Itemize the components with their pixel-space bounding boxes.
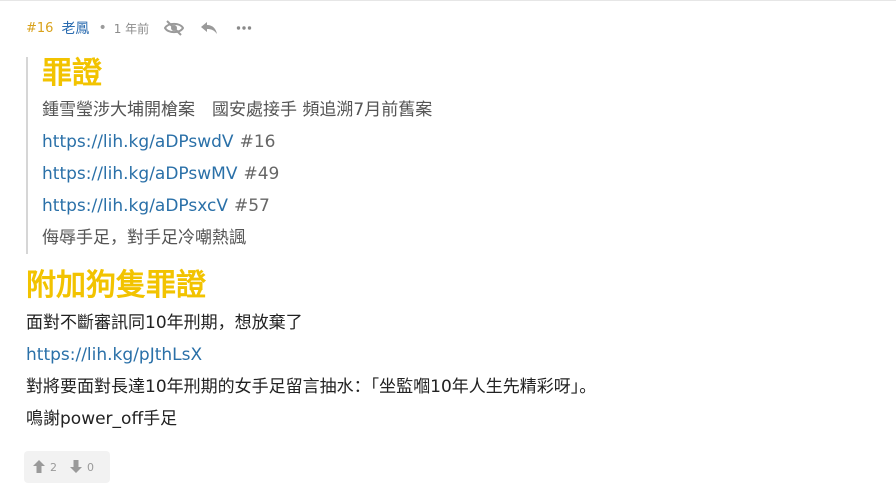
quote-line: 侮辱手足，對手足冷嘲熱諷 <box>42 228 246 248</box>
vote-box: 2 0 <box>24 451 110 483</box>
top-divider <box>0 0 896 1</box>
post-meta: #16 老鳳 • 1 年前 <box>26 17 255 39</box>
thumb-down-icon <box>70 458 82 477</box>
quote-link-line: https://lih.kg/aDPsxcV #57 <box>42 195 270 217</box>
quote-title: 罪證 <box>42 56 102 91</box>
body-line: 鳴謝power_off手足 <box>26 409 178 429</box>
downvote-count: 0 <box>87 460 94 474</box>
author-name[interactable]: 老鳳 <box>61 18 89 38</box>
quote-link[interactable]: https://lih.kg/aDPsxcV <box>42 196 228 216</box>
downvote-button[interactable]: 0 <box>70 458 94 477</box>
quote-link-line: https://lih.kg/aDPswdV #16 <box>42 131 275 153</box>
eye-off-icon[interactable] <box>163 17 185 39</box>
body-link[interactable]: https://lih.kg/pJthLsX <box>26 345 202 365</box>
body-line: 對將要面對長達10年刑期的女手足留言抽水：「坐監嗰10年人生先精彩呀」。 <box>26 377 597 397</box>
quote-block: 罪證 鍾雪瑩涉大埔開槍案 國安處接手 頻追溯7月前舊案 https://lih.… <box>26 57 526 254</box>
quote-ref: #16 <box>239 132 276 152</box>
quote-link-line: https://lih.kg/aDPswMV #49 <box>42 163 279 185</box>
body-line: 面對不斷審訊同10年刑期，想放棄了 <box>26 313 303 333</box>
upvote-count: 2 <box>50 460 57 474</box>
reply-icon[interactable] <box>198 17 220 39</box>
body-title: 附加狗隻罪證 <box>26 268 206 303</box>
post-time: 1 年前 <box>113 21 150 36</box>
quote-ref: #57 <box>233 196 270 216</box>
more-icon[interactable] <box>233 17 255 39</box>
quote-link[interactable]: https://lih.kg/aDPswMV <box>42 164 237 184</box>
quote-link[interactable]: https://lih.kg/aDPswdV <box>42 132 234 152</box>
upvote-button[interactable]: 2 <box>33 458 57 477</box>
thumb-up-icon <box>33 458 45 477</box>
quote-line: 鍾雪瑩涉大埔開槍案 國安處接手 頻追溯7月前舊案 <box>42 100 433 120</box>
meta-separator: • <box>98 20 107 36</box>
post-number[interactable]: #16 <box>26 21 53 36</box>
quote-ref: #49 <box>243 164 280 184</box>
body-link-line: https://lih.kg/pJthLsX <box>26 344 202 366</box>
